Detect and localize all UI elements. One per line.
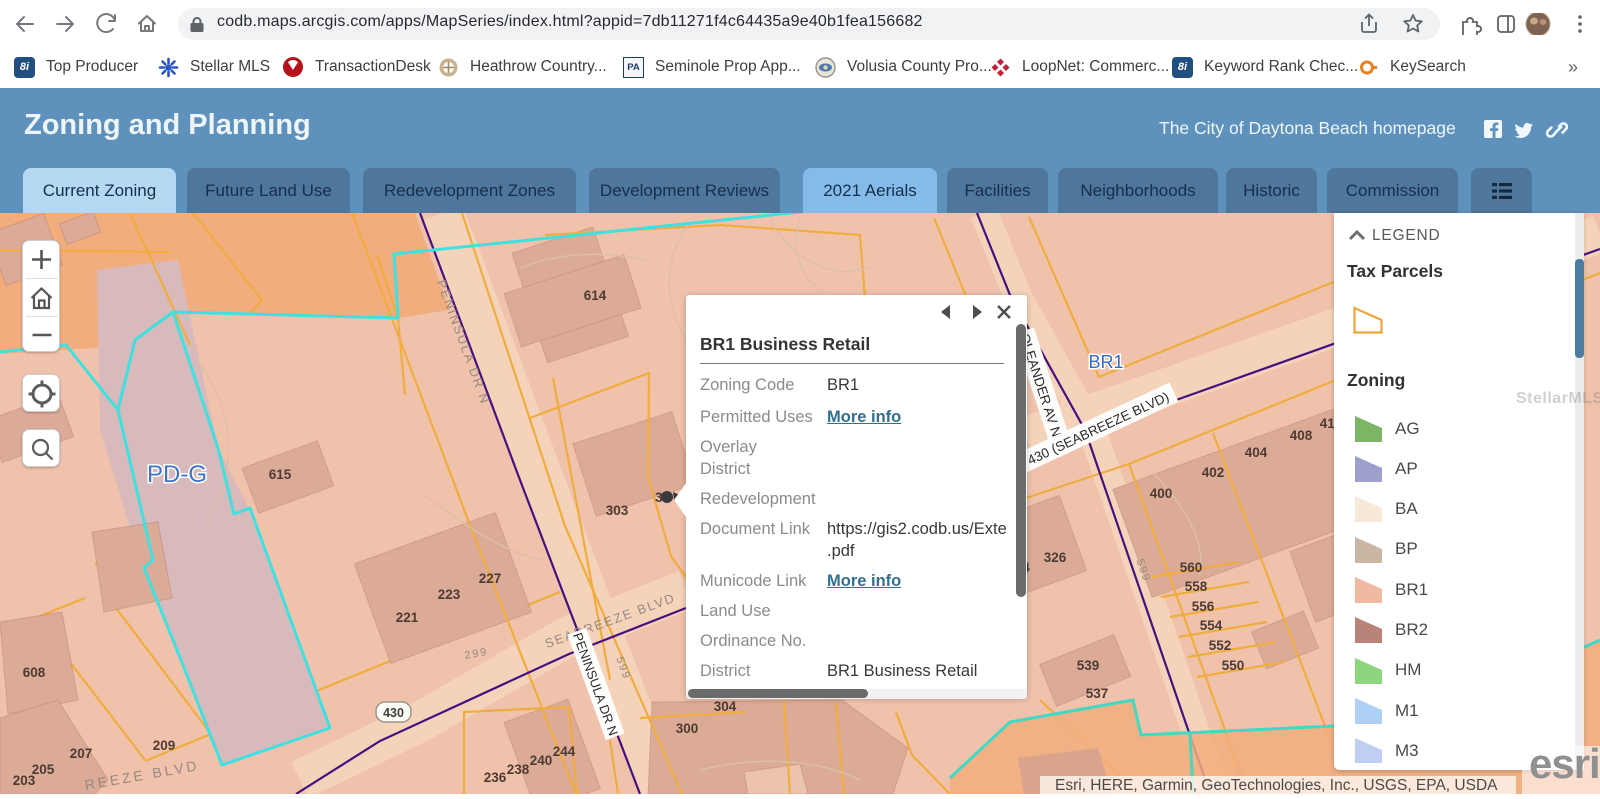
- svg-text:615: 615: [269, 467, 292, 482]
- svg-text:430: 430: [383, 706, 404, 720]
- svg-text:238: 238: [507, 762, 530, 777]
- svg-text:244: 244: [553, 744, 576, 759]
- svg-text:556: 556: [1192, 599, 1215, 614]
- svg-text:303: 303: [606, 503, 629, 518]
- svg-text:203: 203: [13, 773, 36, 788]
- svg-text:209: 209: [153, 738, 176, 753]
- svg-text:402: 402: [1202, 465, 1225, 480]
- svg-text:550: 550: [1222, 658, 1245, 673]
- svg-text:236: 236: [484, 770, 507, 785]
- svg-text:552: 552: [1209, 638, 1232, 653]
- svg-text:539: 539: [1077, 658, 1100, 673]
- svg-text:400: 400: [1150, 486, 1173, 501]
- svg-text:BR1: BR1: [1088, 352, 1123, 372]
- svg-text:PD-G: PD-G: [147, 461, 207, 488]
- svg-text:221: 221: [396, 610, 419, 625]
- svg-text:554: 554: [1200, 618, 1223, 633]
- svg-text:537: 537: [1086, 686, 1109, 701]
- svg-text:408: 408: [1290, 428, 1313, 443]
- svg-text:240: 240: [530, 753, 553, 768]
- svg-text:608: 608: [23, 665, 46, 680]
- svg-text:560: 560: [1180, 560, 1203, 575]
- svg-text:614: 614: [584, 288, 607, 303]
- svg-text:326: 326: [1044, 550, 1067, 565]
- svg-text:558: 558: [1185, 579, 1208, 594]
- svg-text:300: 300: [676, 721, 699, 736]
- svg-text:227: 227: [479, 571, 502, 586]
- svg-text:304: 304: [714, 699, 737, 714]
- svg-text:404: 404: [1245, 445, 1268, 460]
- svg-text:223: 223: [438, 587, 461, 602]
- svg-text:207: 207: [70, 746, 93, 761]
